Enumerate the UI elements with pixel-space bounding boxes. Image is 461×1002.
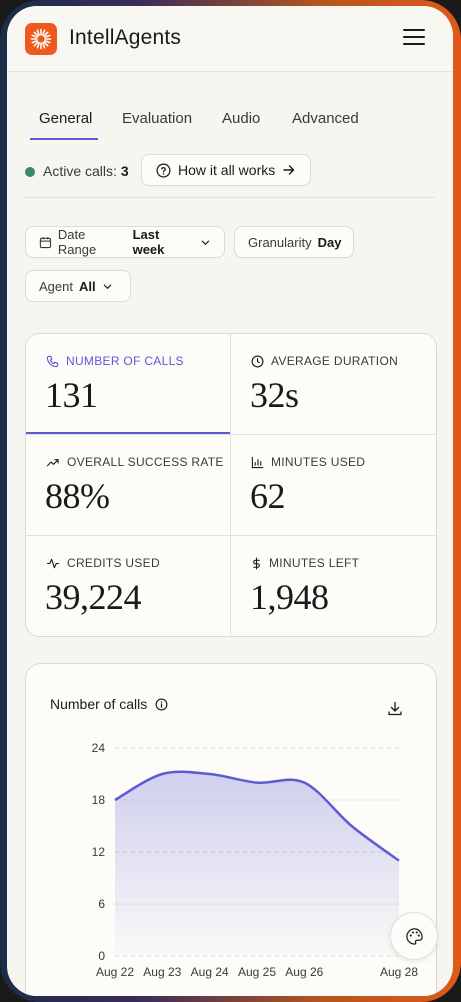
dollar-icon — [253, 556, 260, 570]
area-chart: 0 6 12 18 24 Aug 22 Aug 23 Aug 24 Aug 25 Aug 26 Au… — [92, 741, 419, 979]
tab-bar: General Evaluation Audio Advanced — [25, 102, 435, 142]
x-tick-label: Aug 26 — [285, 965, 323, 979]
trending-up-icon — [46, 458, 59, 466]
bar-chart-icon — [251, 456, 264, 468]
chevron-down-icon — [103, 284, 111, 289]
stat-value: 131 — [45, 375, 98, 415]
stat-number-of-calls[interactable]: NUMBER OF CALLS 131 — [26, 334, 230, 435]
theme-palette-button[interactable] — [390, 912, 438, 960]
y-tick-label: 24 — [92, 741, 106, 755]
palette-icon — [405, 927, 423, 945]
stat-label: NUMBER OF CALLS — [66, 354, 184, 368]
stat-overall-success-rate[interactable]: OVERALL SUCCESS RATE 88% — [26, 435, 230, 535]
app-header: IntellAgents — [7, 6, 453, 72]
stat-label: CREDITS USED — [67, 556, 160, 570]
stat-value: 32s — [250, 375, 299, 415]
stat-value: 88% — [45, 476, 110, 516]
granularity-select[interactable]: Granularity Day — [234, 226, 354, 258]
x-tick-label: Aug 23 — [143, 965, 181, 979]
stat-label: MINUTES USED — [271, 455, 366, 469]
status-dot — [25, 167, 35, 177]
date-range-value: Last week — [132, 227, 165, 257]
agent-label: Agent — [39, 278, 73, 294]
how-it-works-label: How it all works — [178, 162, 276, 178]
active-calls-label: Active calls: — [43, 163, 117, 179]
calendar-icon — [39, 236, 52, 248]
stat-credits-used[interactable]: CREDITS USED 39,224 — [26, 536, 230, 636]
grid-divider-horizontal — [26, 535, 436, 536]
stat-value: 62 — [250, 476, 286, 516]
y-tick-label: 0 — [98, 949, 105, 963]
tab-evaluation[interactable]: Evaluation — [122, 110, 192, 127]
stat-average-duration[interactable]: AVERAGE DURATION 32s — [231, 334, 435, 434]
app-name: IntellAgents — [69, 26, 182, 49]
clock-icon — [251, 355, 264, 367]
x-tick-label: Aug 24 — [191, 965, 229, 979]
grid-divider-horizontal — [26, 434, 436, 435]
phone-icon — [46, 355, 59, 367]
x-tick-label: Aug 22 — [96, 965, 134, 979]
date-range-select[interactable]: Date Range Last week — [25, 226, 225, 258]
help-circle-icon — [156, 163, 171, 177]
granularity-label: Granularity — [248, 234, 312, 250]
granularity-value: Day — [317, 234, 342, 250]
x-tick-label: Aug 25 — [238, 965, 276, 979]
y-tick-label: 6 — [98, 897, 105, 911]
stat-value: 39,224 — [45, 577, 142, 617]
active-calls-status: Active calls: 3 — [43, 163, 129, 179]
stat-label: OVERALL SUCCESS RATE — [67, 455, 224, 469]
stat-label: MINUTES LEFT — [269, 556, 360, 570]
stats-grid: NUMBER OF CALLS 131 AVERAGE DURATION 32s… — [25, 333, 437, 637]
stat-label: AVERAGE DURATION — [271, 354, 399, 368]
stat-minutes-used[interactable]: MINUTES USED 62 — [231, 435, 435, 535]
how-it-works-button[interactable]: How it all works — [141, 154, 311, 186]
chevron-down-icon — [201, 240, 210, 245]
grid-divider-vertical — [230, 334, 231, 636]
tab-advanced[interactable]: Advanced — [292, 110, 359, 127]
stat-minutes-left[interactable]: MINUTES LEFT 1,948 — [231, 536, 435, 636]
status-row: Active calls: 3 How it all works — [25, 154, 435, 188]
activity-icon — [46, 558, 60, 568]
series-area — [115, 771, 399, 956]
tab-general[interactable]: General — [39, 110, 92, 127]
y-tick-label: 12 — [92, 845, 106, 859]
active-tab-indicator — [30, 138, 98, 140]
active-calls-count: 3 — [120, 163, 129, 179]
sunburst-logo-icon — [25, 23, 57, 55]
agent-select[interactable]: Agent All — [25, 270, 131, 302]
tab-audio[interactable]: Audio — [222, 110, 260, 127]
date-range-label: Date Range — [57, 227, 97, 257]
x-tick-label: Aug 28 — [380, 965, 418, 979]
number-of-calls-chart-card: Number of calls 0 6 12 18 24 Aug 22 Aug 23 Aug … — [25, 663, 437, 996]
agent-value: All — [78, 278, 96, 294]
hamburger-menu-icon[interactable] — [403, 29, 425, 47]
stat-value: 1,948 — [250, 577, 329, 617]
app-screen: IntellAgents General Evaluation Audio Ad… — [7, 6, 453, 996]
section-divider — [25, 197, 435, 198]
y-tick-label: 18 — [92, 793, 106, 807]
arrow-right-icon — [283, 165, 295, 175]
